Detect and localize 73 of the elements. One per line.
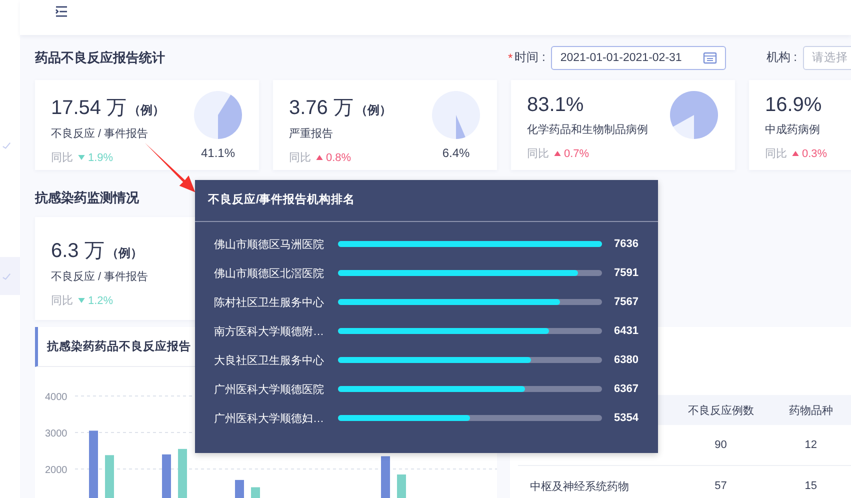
tooltip-title: 不良反应/事件报告机构排名 (195, 180, 658, 222)
bar (381, 456, 390, 498)
bar (178, 448, 187, 498)
pie-chart-icon (431, 90, 481, 140)
table-cell: 57 (714, 480, 727, 492)
bar (251, 487, 260, 498)
panel-title: 抗感染药药品不良反应报告 (47, 339, 191, 354)
date-range-field[interactable]: 2021-01-01-2021-02-31 (551, 46, 726, 70)
table-cell: 中枢及神经系统药物 (530, 480, 629, 492)
institution-name: 南方医科大学顺德附… (214, 324, 325, 338)
menu-icon[interactable] (55, 6, 68, 17)
check-icon (2, 141, 11, 150)
pie-chart-icon (193, 90, 243, 140)
report-count: 6380 (614, 354, 638, 366)
compare-label: 同比 (289, 151, 311, 165)
y-axis-tick: 4000 (45, 392, 68, 403)
change-value: 0.3% (802, 148, 828, 160)
check-icon (2, 272, 11, 280)
stat-label: 不良反应 / 事件报告 (51, 126, 150, 141)
pie-percent: 41.1% (200, 146, 236, 160)
stat-label: 化学药品和生物制品病例 (527, 122, 648, 137)
bar (89, 430, 98, 498)
compare-label: 同比 (527, 147, 549, 161)
report-count: 7567 (614, 296, 638, 308)
report-count: 6431 (614, 325, 638, 337)
change-value: 1.2% (88, 294, 114, 306)
required-mark: * (508, 50, 513, 64)
column-header: 药物品种 (788, 404, 834, 418)
report-count: 5354 (614, 412, 638, 424)
institution-name: 陈村社区卫生服务中心 (214, 296, 325, 310)
bar (397, 474, 406, 498)
report-count: 7591 (614, 267, 638, 279)
stat-label: 严重报告 (289, 126, 334, 141)
y-axis-tick: 3000 (45, 428, 68, 440)
stat-value: 16.9% (765, 94, 822, 117)
stat-value: 3.76 万 (289, 96, 354, 121)
select-placeholder: 请选择 (812, 50, 848, 65)
filter-label: 机构 : (766, 49, 798, 66)
stat-label: 中成药病例 (765, 122, 821, 137)
institution-name: 广州医科大学顺德医院 (214, 382, 325, 396)
institution-name: 大良社区卫生服务中心 (214, 354, 325, 368)
pie-percent: 6.4% (442, 146, 470, 160)
date-range-value: 2021-01-01-2021-02-31 (560, 52, 682, 64)
table-cell: 12 (804, 439, 818, 451)
stat-value: 83.1% (527, 94, 584, 117)
stat-value: 6.3 万 (51, 239, 104, 264)
report-count: 6367 (614, 383, 638, 395)
stat-value: 17.54 万 (51, 96, 127, 121)
stat-unit: （例） (355, 102, 392, 119)
change-value: 0.7% (564, 148, 590, 160)
calendar-icon (703, 52, 718, 64)
filter-label: 时间 : (514, 49, 546, 66)
stat-unit: （例） (106, 245, 142, 262)
bar (105, 455, 114, 498)
report-count: 7636 (614, 238, 638, 250)
y-axis-tick: 2000 (45, 465, 68, 476)
stat-label: 不良反应 / 事件报告 (51, 270, 148, 284)
institution-name: 佛山市顺德区北滘医院 (214, 266, 325, 280)
change-value: 0.8% (326, 152, 352, 164)
compare-label: 同比 (51, 294, 73, 308)
stat-unit: （例） (128, 102, 165, 119)
section-title: 抗感染药监测情况 (35, 189, 139, 207)
compare-label: 同比 (51, 151, 73, 165)
table-cell: 90 (714, 439, 727, 451)
institution-name: 佛山市顺德区马洲医院 (214, 238, 325, 252)
section-title: 药品不良反应报告统计 (35, 48, 166, 66)
compare-label: 同比 (765, 147, 787, 161)
column-header: 不良反应例数 (686, 404, 755, 418)
bar (235, 480, 244, 498)
change-value: 1.9% (88, 152, 114, 164)
table-cell: 15 (804, 480, 818, 492)
bar (162, 454, 171, 498)
institution-name: 广州医科大学顺德妇… (214, 412, 325, 426)
